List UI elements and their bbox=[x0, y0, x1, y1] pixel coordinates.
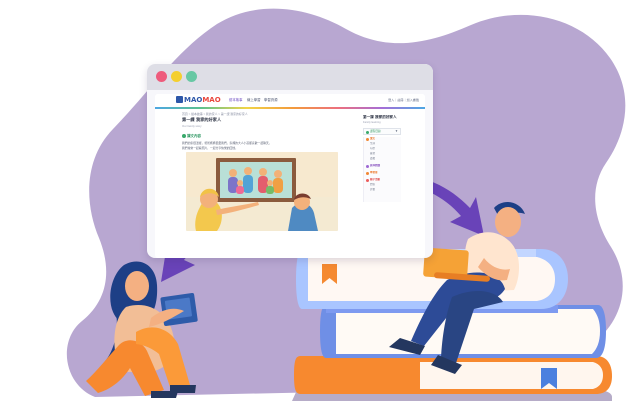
navbar-rainbow-divider bbox=[155, 107, 425, 109]
woman-face bbox=[125, 271, 149, 301]
browser-titlebar bbox=[147, 64, 433, 90]
article-body-line: 我們常常一起看照片，一起分享快樂的回憶。 bbox=[182, 146, 238, 150]
site-logo[interactable]: MAOMAO bbox=[176, 96, 221, 105]
man-face bbox=[495, 207, 521, 237]
menu-item-reading[interactable]: 延伸閱讀 bbox=[366, 164, 400, 168]
photo-person-body bbox=[243, 175, 253, 193]
section-heading: 課文內容 bbox=[182, 134, 282, 139]
section-heading-label: 課文內容 bbox=[187, 134, 201, 138]
menu-item-pattern[interactable]: 句型 bbox=[370, 147, 400, 151]
select-dot-icon bbox=[366, 130, 369, 134]
nav-account-links[interactable]: 登入｜註冊｜加入書籤 bbox=[388, 97, 419, 103]
menu-item-family-activity[interactable]: 親子活動 bbox=[366, 178, 400, 182]
menu-item-practice[interactable]: 練習 bbox=[370, 152, 400, 156]
article-subtitle: Our family story bbox=[182, 124, 202, 128]
photo-person-head bbox=[229, 169, 237, 177]
photo-person-head bbox=[244, 167, 252, 175]
page-canvas: MAOMAO 繪本故事 線上學習 學習資源 登入｜註冊｜加入書籤 首頁 > 繪本… bbox=[0, 0, 634, 401]
family-photo-illustration bbox=[186, 152, 338, 231]
chevron-down-icon: ▼ bbox=[395, 129, 398, 133]
close-window-icon[interactable] bbox=[156, 71, 167, 82]
logo-mark-icon bbox=[176, 96, 183, 103]
menu-item-game[interactable]: 遊戲 bbox=[370, 157, 400, 161]
course-select-value: 課程目錄 bbox=[370, 130, 381, 133]
logo-accent: MAO bbox=[202, 96, 221, 104]
browser-viewport: MAOMAO 繪本故事 線上學習 學習資源 登入｜註冊｜加入書籤 首頁 > 繪本… bbox=[155, 94, 425, 258]
course-select[interactable]: 課程目錄 ▼ bbox=[363, 128, 401, 135]
section-dot-icon bbox=[182, 134, 186, 138]
breadcrumb[interactable]: 首頁 > 繪本故事 > 我的家人 > 第一課 我家的好家人 bbox=[182, 112, 332, 116]
photo-person-body bbox=[266, 186, 274, 194]
nav-link-learning[interactable]: 線上學習 bbox=[247, 97, 261, 103]
photo-person-head bbox=[237, 180, 243, 186]
sidebar-subtitle: Family learning bbox=[363, 121, 381, 124]
nav-link-stories[interactable]: 繪本故事 bbox=[229, 97, 243, 103]
photo-person-body bbox=[273, 178, 283, 193]
article-body-line: 我們的家很溫暖，爸爸媽媽很愛我們，家裡的大人小孩都喜歡一起聊天。 bbox=[182, 141, 272, 145]
menu-item-assessment[interactable]: 評量 bbox=[370, 188, 400, 192]
minimize-window-icon[interactable] bbox=[171, 71, 182, 82]
menu-item-worksheet[interactable]: 學習單 bbox=[366, 171, 400, 175]
logo-brand: MAO bbox=[184, 96, 203, 104]
menu-item-vocabulary[interactable]: 生詞 bbox=[370, 142, 400, 146]
photo-person-head bbox=[259, 168, 267, 176]
maximize-window-icon[interactable] bbox=[186, 71, 197, 82]
site-navbar: MAOMAO 繪本故事 線上學習 學習資源 登入｜註冊｜加入書籤 bbox=[155, 94, 425, 107]
nav-link-resources[interactable]: 學習資源 bbox=[264, 97, 278, 103]
browser-window: MAOMAO 繪本故事 線上學習 學習資源 登入｜註冊｜加入書籤 首頁 > 繪本… bbox=[147, 64, 433, 258]
photo-person-body bbox=[236, 186, 244, 194]
photo-person-head bbox=[267, 180, 273, 186]
menu-item-questions[interactable]: 問答 bbox=[370, 183, 400, 187]
menu-item-lesson[interactable]: 課文 bbox=[366, 137, 400, 141]
sidebar-title: 第一課 我家的好家人 bbox=[363, 115, 397, 119]
course-menu: 課文 生詞 句型 練習 遊戲 延伸閱讀 學習單 親子活動 問答 評量 bbox=[363, 137, 401, 202]
course-sidebar: 第一課 我家的好家人 Family learning 課程目錄 ▼ 課文 生詞 … bbox=[363, 115, 418, 214]
article-title: 第一課 我家的好家人 bbox=[182, 117, 222, 122]
photo-person-head bbox=[274, 170, 282, 178]
